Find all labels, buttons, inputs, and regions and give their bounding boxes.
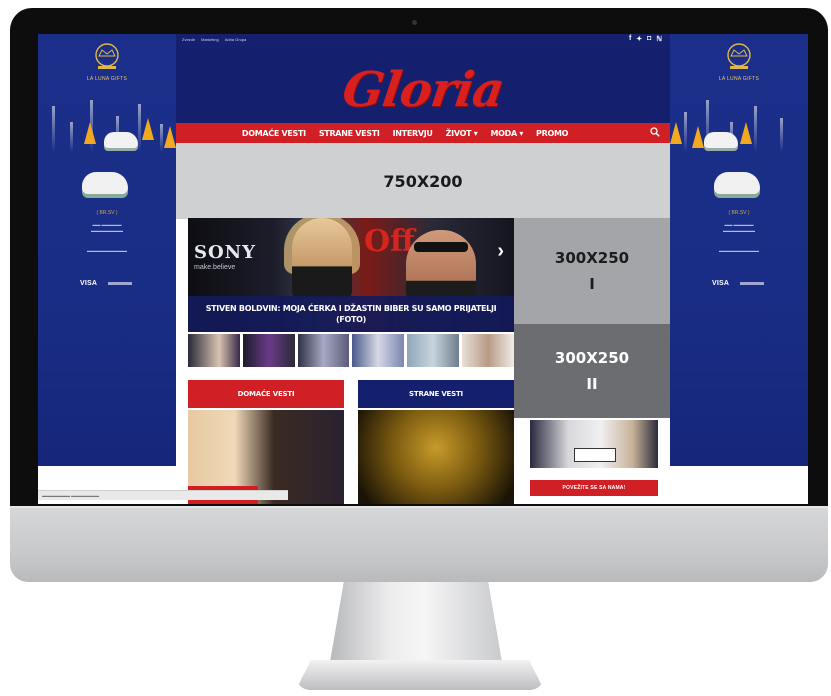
skin-line: ( BR.SV ) — [96, 210, 118, 216]
monitor-chin — [10, 506, 828, 582]
car-icon — [82, 172, 128, 194]
nav-item-strane-vesti[interactable]: STRANE VESTI — [319, 129, 380, 138]
slide-brand-text: SONY — [194, 242, 256, 263]
thumbnail[interactable] — [407, 334, 460, 367]
rectangle-ad-label-1: 300X250 I — [554, 249, 630, 293]
nav-item-intervju[interactable]: INTERVJU — [393, 129, 433, 138]
top-link[interactable]: Marketing — [201, 37, 219, 42]
thumbnail[interactable] — [352, 334, 405, 367]
main-nav: DOMAĆE VESTI STRANE VESTI INTERVJU ŽIVOT… — [176, 123, 670, 143]
social-links: f ✦ ◘ ℕ — [629, 35, 662, 43]
crown-icon — [95, 43, 119, 69]
slide-brand-sub: make.believe — [194, 264, 236, 271]
nav-item-promo[interactable]: PROMO — [536, 129, 568, 138]
top-link[interactable]: Adria Grupa — [225, 37, 247, 42]
car-icon — [714, 172, 760, 194]
left-skin-ad[interactable]: LA LUNA GIFTS ( BR.SV ) ▬▬ ▬▬▬▬▬ ▬▬▬▬▬▬▬▬… — [38, 34, 176, 466]
slide-caption[interactable]: STIVEN BOLDVIN: MOJA ĆERKA I DŽASTIN BIB… — [188, 296, 514, 332]
leaderboard-ad-label: 750X200 — [383, 171, 463, 191]
leaderboard-ad-slot[interactable]: 750X200 — [176, 143, 670, 219]
slider-thumbnails — [188, 334, 514, 367]
search-icon[interactable] — [650, 127, 660, 137]
facebook-icon[interactable]: f — [629, 35, 631, 43]
visa-logo: VISA — [712, 280, 730, 287]
site-column: Zvezde Marketing Adria Grupa f ✦ ◘ ℕ Glo… — [176, 34, 670, 504]
top-links: Zvezde Marketing Adria Grupa — [182, 37, 246, 42]
thumbnail[interactable] — [242, 334, 295, 367]
visa-logo: VISA — [80, 280, 98, 287]
browser-status-bar: ▬▬▬▬▬▬▬ ▬▬▬▬▬▬▬ — [38, 490, 288, 500]
thumbnail[interactable] — [297, 334, 350, 367]
twitter-icon[interactable]: ✦ — [636, 35, 642, 43]
connect-banner[interactable]: POVEŽITE SE SA NAMA! — [530, 480, 658, 496]
thumbnail[interactable] — [188, 334, 240, 367]
top-bar: Zvezde Marketing Adria Grupa f ✦ ◘ ℕ — [176, 34, 670, 48]
right-skin-ad[interactable]: LA LUNA GIFTS ( BR.SV ) ▬▬ ▬▬▬▬▬ ▬▬▬▬▬▬▬▬… — [670, 34, 808, 466]
crown-icon — [727, 43, 751, 69]
monitor-mockup: LA LUNA GIFTS ( BR.SV ) ▬▬ ▬▬▬▬▬ ▬▬▬▬▬▬▬▬… — [0, 0, 831, 696]
slide-headline: STIVEN BOLDVIN: MOJA ĆERKA I DŽASTIN BIB… — [205, 304, 497, 324]
skin-line: ( BR.SV ) — [728, 210, 750, 216]
section-title: DOMAĆE VESTI — [237, 390, 295, 398]
rectangle-ad-label-2: 300X250 II — [554, 349, 630, 393]
nav-item-moda[interactable]: MODA ▾ — [490, 129, 523, 138]
skin-brand-text: LA LUNA GIFTS — [86, 76, 128, 82]
section-title: STRANE VESTI — [409, 390, 463, 398]
masthead: Gloria — [176, 48, 670, 123]
skin-brand-text: LA LUNA GIFTS — [718, 76, 760, 82]
top-link[interactable]: Zvezde — [182, 37, 195, 42]
thumbnail[interactable] — [462, 334, 514, 367]
rectangle-ad-slot-1[interactable]: 300X250 I — [514, 218, 670, 324]
section-header-domace-vesti[interactable]: DOMAĆE VESTI — [188, 380, 344, 408]
monitor-stand-foot — [296, 660, 544, 690]
connect-label: POVEŽITE SE SA NAMA! — [562, 485, 626, 491]
instagram-icon[interactable]: ◘ — [647, 35, 651, 43]
site-logo[interactable]: Gloria — [172, 62, 674, 118]
camera-icon — [412, 20, 417, 25]
slide-photo — [292, 218, 352, 298]
foreign-news-image[interactable] — [358, 410, 514, 504]
screen: LA LUNA GIFTS ( BR.SV ) ▬▬ ▬▬▬▬▬ ▬▬▬▬▬▬▬▬… — [38, 34, 808, 504]
nav-item-domace-vesti[interactable]: DOMAĆE VESTI — [242, 129, 306, 138]
rss-icon[interactable]: ℕ — [656, 35, 662, 43]
monitor-stand-neck — [330, 582, 502, 662]
skin-lights — [670, 92, 808, 152]
rectangle-ad-slot-2[interactable]: 300X250 II — [514, 324, 670, 418]
next-arrow-icon[interactable]: › — [497, 240, 504, 263]
section-header-strane-vesti[interactable]: STRANE VESTI — [358, 380, 514, 408]
nav-item-zivot[interactable]: ŽIVOT ▾ — [446, 129, 478, 138]
featured-slider[interactable]: SONY make.believe Off › STIVEN BOLDVIN: … — [188, 218, 514, 332]
skin-lights — [38, 92, 176, 152]
